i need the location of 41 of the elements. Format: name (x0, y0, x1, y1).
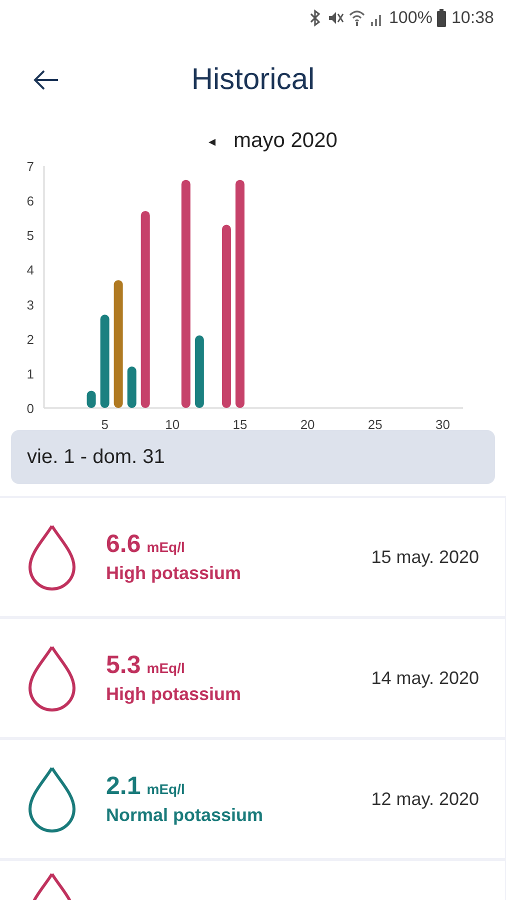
reading-date: 14 may. 2020 (371, 668, 479, 688)
bar (86, 390, 96, 408)
wifi-icon (348, 9, 365, 27)
clock-time: 10:38 (451, 8, 494, 28)
back-button[interactable] (32, 68, 60, 92)
reading-status: Normal potassium (106, 805, 264, 826)
reading-card[interactable]: 6.6 mEq/l High potassium 15 may. 2020 (0, 498, 505, 616)
reading-status: High potassium (106, 684, 242, 705)
bar (127, 366, 136, 408)
reading-date: 12 may. 2020 (371, 788, 479, 810)
reading-unit: mEq/l (146, 660, 185, 676)
bluetooth-icon (308, 9, 321, 27)
date-range: vie. 1 - dom. 31 (27, 446, 165, 468)
x-tick-label: 20 (300, 417, 315, 430)
y-tick-label: 7 (26, 159, 34, 174)
y-tick-label: 0 (26, 401, 34, 416)
reading-status: High potassium (106, 563, 242, 584)
reading-value: 2.1 (106, 772, 141, 801)
x-tick-label: 30 (436, 417, 450, 430)
battery-percent: 100% (388, 8, 432, 28)
battery-icon (437, 9, 446, 27)
previous-month-button[interactable]: ◂ (208, 133, 216, 149)
y-tick-label: 3 (26, 297, 34, 312)
y-tick-label: 2 (26, 332, 34, 347)
x-tick-label: 25 (368, 417, 382, 430)
y-tick-label: 6 (26, 194, 34, 209)
reading-card[interactable]: 2.1 mEq/l Normal potassium 12 may. 2020 (0, 740, 505, 858)
y-tick-label: 5 (26, 228, 34, 244)
page-title: Historical (191, 63, 315, 97)
x-tick-label: 10 (165, 417, 180, 430)
reading-card[interactable]: 5.3 mEq/l High potassium 14 may. 2020 (0, 619, 505, 737)
reading-value: 5.3 (106, 651, 141, 680)
reading-date: 15 may. 2020 (371, 546, 479, 568)
x-tick-label: 15 (232, 417, 248, 430)
month-label: mayo 2020 (234, 129, 338, 153)
reading-value: 6.6 (106, 530, 141, 559)
y-tick-label: 1 (26, 366, 34, 382)
y-tick-label: 4 (26, 262, 34, 278)
x-tick-label: 5 (101, 417, 108, 430)
reading-unit: mEq/l (146, 781, 185, 797)
reading-unit: mEq/l (146, 539, 185, 555)
